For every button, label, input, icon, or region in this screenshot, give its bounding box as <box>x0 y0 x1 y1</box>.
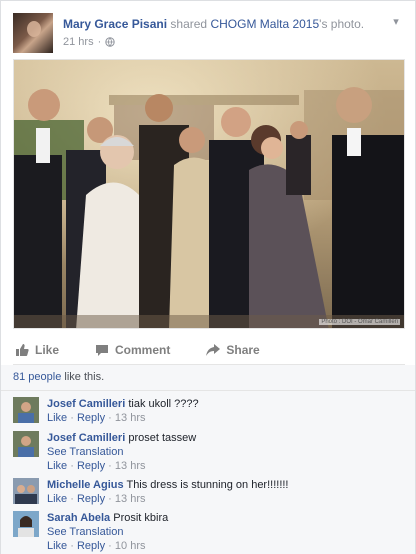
comment-time[interactable]: 13 hrs <box>115 412 146 424</box>
shared-verb: shared <box>170 17 208 31</box>
like-button[interactable]: Like <box>15 343 59 357</box>
comment-like-link[interactable]: Like <box>47 540 67 552</box>
comment-separator: · <box>70 460 74 472</box>
comment-separator: · <box>70 493 74 505</box>
share-button[interactable]: Share <box>206 342 260 357</box>
commenter-avatar[interactable] <box>13 397 39 423</box>
chevron-down-icon[interactable]: ▾ <box>389 15 403 29</box>
post-header: Mary Grace Pisani shared CHOGM Malta 201… <box>13 13 403 53</box>
comment-text: This dress is stunning on her!!!!!!! <box>126 479 289 491</box>
post-time[interactable]: 21 hrs <box>63 36 94 48</box>
comment-time[interactable]: 10 hrs <box>115 540 146 552</box>
meta-separator: · <box>97 36 102 48</box>
page-name-link[interactable]: CHOGM Malta 2015 <box>210 17 319 31</box>
like-icon <box>16 343 29 356</box>
commenter-avatar[interactable] <box>13 478 39 504</box>
comment-text: Prosit kbira <box>113 512 169 524</box>
share-icon <box>206 343 221 356</box>
comment-text: proset tassew <box>128 432 197 444</box>
likes-suffix: like this. <box>61 371 105 383</box>
comment-author[interactable]: Josef Camilleri <box>47 398 125 410</box>
post-headline: Mary Grace Pisani shared CHOGM Malta 201… <box>63 17 364 31</box>
comment-button[interactable]: Comment <box>95 343 170 357</box>
post-card: Mary Grace Pisani shared CHOGM Malta 201… <box>0 0 416 554</box>
comment-separator: · <box>108 460 112 472</box>
comment-author[interactable]: Sarah Abela <box>47 512 110 524</box>
comment-like-link[interactable]: Like <box>47 493 67 505</box>
comment-text: tiak ukoll ???? <box>128 398 199 410</box>
commenter-avatar[interactable] <box>13 431 39 457</box>
see-translation-link[interactable]: See Translation <box>47 525 405 539</box>
post-meta: 21 hrs · <box>63 36 115 48</box>
comment-label: Comment <box>115 342 171 357</box>
photo-credit: Photo : DOI - Omar Camilleri <box>319 319 400 325</box>
photo-suffix: 's photo. <box>319 17 365 31</box>
comment-separator: · <box>108 493 112 505</box>
comment-reply-link[interactable]: Reply <box>77 460 105 472</box>
comment-author[interactable]: Josef Camilleri <box>47 432 125 444</box>
like-label: Like <box>35 342 60 357</box>
comment-reply-link[interactable]: Reply <box>77 412 105 424</box>
globe-icon <box>105 37 115 47</box>
author-avatar[interactable] <box>13 13 53 53</box>
comment-like-link[interactable]: Like <box>47 460 67 472</box>
comment-reply-link[interactable]: Reply <box>77 493 105 505</box>
comment-separator: · <box>70 412 74 424</box>
comment-author[interactable]: Michelle Agius <box>47 479 124 491</box>
comment-separator: · <box>70 540 74 552</box>
comment-reply-link[interactable]: Reply <box>77 540 105 552</box>
author-name-link[interactable]: Mary Grace Pisani <box>63 17 167 31</box>
comment-time[interactable]: 13 hrs <box>115 460 146 472</box>
commenter-avatar[interactable] <box>13 511 39 537</box>
comment-icon <box>96 344 109 356</box>
see-translation-link[interactable]: See Translation <box>47 445 405 459</box>
comment-separator: · <box>108 412 112 424</box>
comment-like-link[interactable]: Like <box>47 412 67 424</box>
share-label: Share <box>226 342 260 357</box>
post-actions: Like Comment Share <box>13 335 405 365</box>
comment-separator: · <box>108 540 112 552</box>
comments-list: Josef Camilleri tiak ukoll ???? Like · R… <box>1 391 415 554</box>
likes-count-link[interactable]: 81 people <box>13 371 61 383</box>
comment-time[interactable]: 13 hrs <box>115 493 146 505</box>
likes-summary: 81 people like this. <box>1 365 415 391</box>
photo-image <box>14 60 404 328</box>
post-photo[interactable]: Photo : DOI - Omar Camilleri <box>13 59 405 329</box>
